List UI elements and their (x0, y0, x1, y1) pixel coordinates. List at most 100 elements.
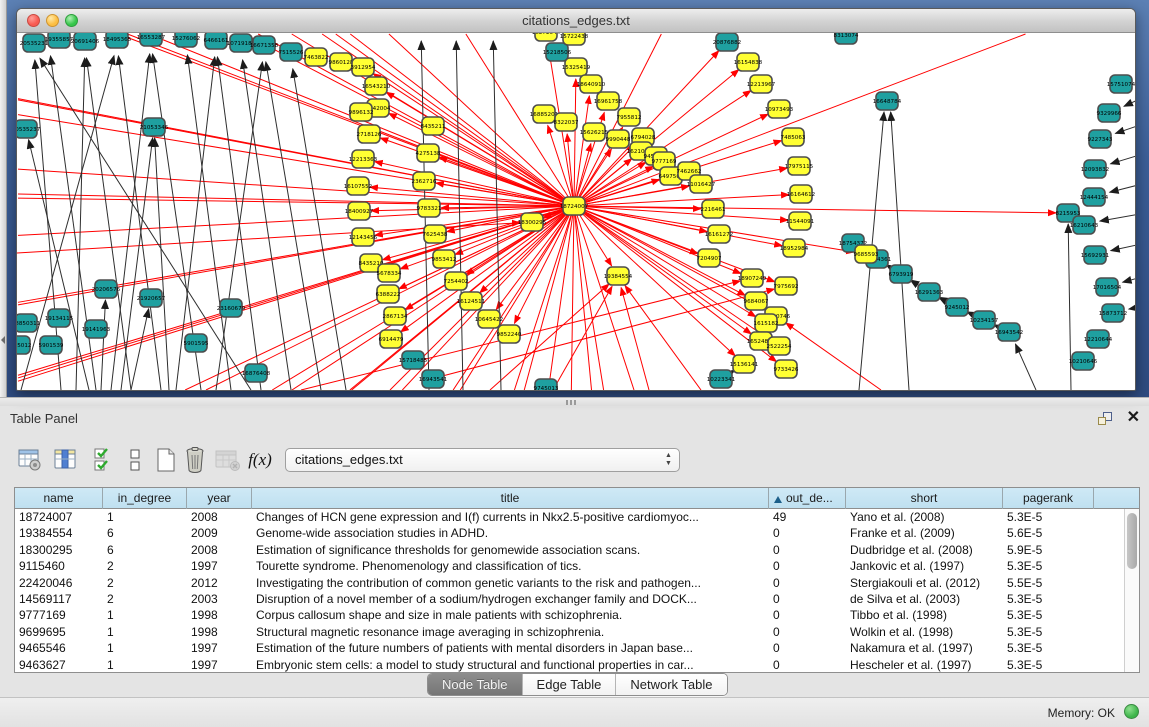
graph-edge[interactable] (1068, 224, 1071, 390)
graph-edge[interactable] (1100, 213, 1135, 221)
cell-year[interactable]: 2003 (187, 591, 252, 607)
graph-edge[interactable] (1124, 96, 1135, 106)
graph-edge[interactable] (1015, 344, 1036, 390)
graph-edge[interactable] (18, 99, 574, 206)
graph-edge[interactable] (1123, 276, 1135, 282)
cell-year[interactable]: 2008 (187, 542, 252, 558)
column-header-out_de[interactable]: out_de... (769, 488, 846, 509)
cell-title[interactable]: Estimation of significance thresholds fo… (252, 542, 769, 558)
table-row[interactable]: 977716911998Corpus callosum shape and si… (15, 607, 1121, 623)
function-builder-icon[interactable]: f(x) (246, 444, 274, 476)
new-column-icon[interactable] (152, 444, 180, 476)
cell-out_de[interactable]: 0 (769, 525, 846, 541)
column-header-year[interactable]: year (187, 488, 252, 509)
cell-in_degree[interactable]: 1 (103, 509, 187, 525)
tab-network-table[interactable]: Network Table (616, 674, 726, 695)
cell-pagerank[interactable]: 5.3E-5 (1003, 624, 1094, 640)
memory-status-indicator[interactable] (1124, 704, 1139, 719)
table-row[interactable]: 946362711997Embryonic stem cells: a mode… (15, 657, 1121, 673)
graph-edge[interactable] (389, 113, 574, 206)
cell-short[interactable]: Jankovic et al. (1997) (846, 558, 1003, 574)
cell-short[interactable]: de Silva et al. (2003) (846, 591, 1003, 607)
graph-edge[interactable] (456, 41, 463, 390)
cell-title[interactable]: Genome-wide association studies in ADHD. (252, 525, 769, 541)
cell-out_de[interactable]: 0 (769, 558, 846, 574)
cell-title[interactable]: Estimation of the future numbers of pati… (252, 640, 769, 656)
table-row[interactable]: 2242004622012Investigating the contribut… (15, 575, 1121, 591)
cell-pagerank[interactable]: 5.3E-5 (1003, 509, 1094, 525)
cell-year[interactable]: 1997 (187, 657, 252, 673)
cell-out_de[interactable]: 0 (769, 657, 846, 673)
graph-edge[interactable] (243, 60, 291, 390)
clear-selection-icon[interactable] (122, 444, 150, 476)
column-header-in_degree[interactable]: in_degree (103, 488, 187, 509)
cell-in_degree[interactable]: 1 (103, 624, 187, 640)
cell-out_de[interactable]: 0 (769, 624, 846, 640)
cell-name[interactable]: 14569117 (15, 591, 103, 607)
delete-column-icon[interactable] (182, 444, 210, 476)
graph-edge[interactable] (786, 323, 881, 390)
cell-title[interactable]: Disruption of a novel member of a sodium… (252, 591, 769, 607)
cell-year[interactable]: 2012 (187, 575, 252, 591)
close-panel-icon[interactable]: ✕ (1127, 409, 1140, 427)
graph-edge[interactable] (574, 34, 1026, 206)
cell-name[interactable]: 22420046 (15, 575, 103, 591)
cell-in_degree[interactable]: 2 (103, 558, 187, 574)
cell-in_degree[interactable]: 2 (103, 575, 187, 591)
graph-edge[interactable] (216, 62, 262, 390)
cell-pagerank[interactable]: 5.3E-5 (1003, 591, 1094, 607)
cell-out_de[interactable]: 0 (769, 542, 846, 558)
cell-out_de[interactable]: 0 (769, 591, 846, 607)
collapse-arrow-icon[interactable] (1, 336, 5, 344)
cell-pagerank[interactable]: 5.3E-5 (1003, 657, 1094, 673)
cell-name[interactable]: 9115460 (15, 558, 103, 574)
table-row[interactable]: 969969511998Structural magnetic resonanc… (15, 624, 1121, 640)
cell-year[interactable]: 2008 (187, 509, 252, 525)
cell-name[interactable]: 9699695 (15, 624, 103, 640)
graph-edge[interactable] (1110, 183, 1135, 192)
vertical-scrollbar[interactable] (1124, 509, 1139, 672)
cell-in_degree[interactable]: 1 (103, 657, 187, 673)
graph-edge[interactable] (101, 300, 105, 390)
window-titlebar[interactable]: citations_edges.txt (17, 9, 1135, 33)
cell-year[interactable]: 1997 (187, 640, 252, 656)
table-type-tabs[interactable]: Node TableEdge TableNetwork Table (427, 673, 728, 696)
graph-edge[interactable] (155, 138, 169, 390)
table-body[interactable]: 1872400712008Changes of HCN gene express… (15, 509, 1121, 673)
column-show-icon[interactable] (52, 444, 80, 476)
graph-edge[interactable] (21, 56, 114, 390)
graph-edge[interactable] (553, 286, 612, 390)
graph-edge[interactable] (1129, 306, 1135, 309)
cell-year[interactable]: 1997 (187, 558, 252, 574)
cell-in_degree[interactable]: 1 (103, 607, 187, 623)
table-source-select[interactable]: citations_edges.txt ▲▼ (285, 448, 680, 472)
tab-edge-table[interactable]: Edge Table (523, 674, 617, 695)
cell-name[interactable]: 9777169 (15, 607, 103, 623)
table-header-row[interactable]: namein_degreeyeartitleout_de...shortpage… (15, 488, 1139, 509)
cell-name[interactable]: 9465546 (15, 640, 103, 656)
cell-pagerank[interactable]: 5.9E-5 (1003, 542, 1094, 558)
tab-node-table[interactable]: Node Table (428, 674, 523, 695)
graph-edge[interactable] (891, 112, 909, 390)
graph-edge[interactable] (621, 288, 649, 390)
graph-edge[interactable] (625, 286, 701, 390)
cell-pagerank[interactable]: 5.3E-5 (1003, 558, 1094, 574)
table-row[interactable]: 946554611997Estimation of the future num… (15, 640, 1121, 656)
cell-year[interactable]: 1998 (187, 607, 252, 623)
cell-out_de[interactable]: 0 (769, 575, 846, 591)
graph-edge[interactable] (571, 206, 574, 390)
delete-table-icon[interactable] (214, 444, 242, 476)
table-row[interactable]: 1872400712008Changes of HCN gene express… (15, 509, 1121, 525)
cell-title[interactable]: Tourette syndrome. Phenomenology and cla… (252, 558, 769, 574)
table-row[interactable]: 1456911722003Disruption of a novel membe… (15, 591, 1121, 607)
cell-year[interactable]: 1998 (187, 624, 252, 640)
cell-title[interactable]: Changes of HCN gene expression and I(f) … (252, 509, 769, 525)
table-mode-icon[interactable] (16, 444, 44, 476)
graph-edge[interactable] (1111, 153, 1135, 164)
graph-edge[interactable] (18, 198, 574, 206)
cell-short[interactable]: Stergiakouli et al. (2012) (846, 575, 1003, 591)
graph-edge[interactable] (266, 62, 321, 390)
cell-title[interactable]: Corpus callosum shape and size in male p… (252, 607, 769, 623)
cell-short[interactable]: Nakamura et al. (1997) (846, 640, 1003, 656)
table-row[interactable]: 1830029562008Estimation of significance … (15, 542, 1121, 558)
